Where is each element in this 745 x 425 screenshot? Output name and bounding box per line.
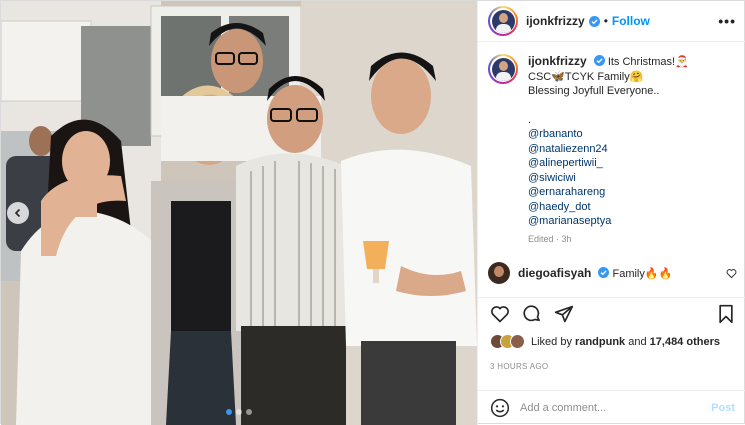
caption-line: Blessing Joyfull Everyone.. bbox=[528, 85, 660, 97]
edited-timestamp: Edited · 3h bbox=[528, 233, 572, 244]
save-button[interactable] bbox=[717, 304, 735, 324]
liker-avatar bbox=[510, 334, 525, 349]
likes-summary: Liked by randpunk and 17,484 others bbox=[490, 334, 720, 349]
caption-username[interactable]: ijonkfrizzy bbox=[528, 54, 587, 68]
bookmark-icon bbox=[719, 304, 733, 323]
more-options-button[interactable]: ••• bbox=[718, 13, 736, 29]
caption-avatar[interactable] bbox=[488, 54, 518, 84]
post-side-panel: ijonkfrizzy • Follow ••• ijonkfrizzy Its… bbox=[477, 1, 745, 425]
comment-avatar[interactable] bbox=[488, 262, 510, 284]
comment-item: diegoafisyah Family🔥🔥 bbox=[488, 262, 737, 284]
post-header: ijonkfrizzy • Follow ••• bbox=[478, 1, 745, 42]
caption: ijonkfrizzy Its Christmas!🎅 CSC🦋TCYK Fam… bbox=[488, 54, 737, 246]
verified-badge-icon bbox=[593, 55, 605, 66]
caption-body: ijonkfrizzy Its Christmas!🎅 CSC🦋TCYK Fam… bbox=[528, 54, 689, 246]
heart-icon bbox=[491, 305, 509, 323]
header-username[interactable]: ijonkfrizzy bbox=[526, 14, 585, 28]
carousel-prev-button[interactable] bbox=[7, 202, 29, 224]
comments-section[interactable]: ijonkfrizzy Its Christmas!🎅 CSC🦋TCYK Fam… bbox=[478, 42, 745, 289]
comment-username[interactable]: diegoafisyah bbox=[518, 266, 591, 280]
chevron-left-icon bbox=[14, 208, 21, 218]
mention-link[interactable]: @nataliezenn24 bbox=[528, 142, 689, 157]
header-separator: • bbox=[603, 14, 608, 28]
comment-text: Family🔥🔥 bbox=[612, 268, 673, 280]
group-photo-illustration bbox=[1, 1, 477, 425]
caption-line: Its Christmas!🎅 bbox=[607, 56, 689, 68]
like-comment-heart-icon[interactable] bbox=[726, 268, 737, 279]
verified-badge-icon bbox=[598, 267, 610, 278]
liker-avatars[interactable] bbox=[490, 334, 525, 349]
like-button[interactable] bbox=[490, 304, 510, 324]
mention-link[interactable]: @rbananto bbox=[528, 127, 689, 142]
mention-link[interactable]: @alinepertiwii_ bbox=[528, 156, 689, 171]
mention-link[interactable]: @siwiciwi bbox=[528, 171, 689, 186]
follow-button[interactable]: Follow bbox=[612, 14, 650, 28]
carousel-dot bbox=[246, 409, 252, 415]
post-actions bbox=[478, 297, 745, 329]
caption-line: CSC🦋TCYK Family🤗 bbox=[528, 70, 644, 83]
paper-plane-icon bbox=[554, 305, 574, 322]
post-timestamp[interactable]: 3 HOURS AGO bbox=[490, 362, 548, 371]
share-button[interactable] bbox=[554, 304, 574, 324]
emoji-icon[interactable] bbox=[490, 398, 510, 418]
avatar[interactable] bbox=[488, 6, 518, 36]
post-photo[interactable] bbox=[1, 1, 477, 425]
carousel-dot bbox=[236, 409, 242, 415]
instagram-post: ijonkfrizzy • Follow ••• ijonkfrizzy Its… bbox=[0, 0, 745, 425]
comment-button[interactable] bbox=[522, 304, 542, 324]
likes-joiner: and bbox=[628, 335, 647, 348]
mention-link[interactable]: @haedy_dot bbox=[528, 200, 689, 215]
carousel-indicator bbox=[1, 409, 477, 415]
comment-input[interactable] bbox=[520, 402, 712, 414]
comment-bubble-icon bbox=[523, 304, 540, 321]
caption-dot: . bbox=[528, 113, 532, 126]
likes-prefix: Liked by bbox=[531, 335, 572, 348]
post-comment-button[interactable]: Post bbox=[711, 402, 735, 414]
mention-link[interactable]: @ernarahareng bbox=[528, 185, 689, 200]
verified-badge-icon bbox=[588, 15, 600, 27]
mention-link[interactable]: @marianaseptya bbox=[528, 214, 689, 229]
liked-by-user[interactable]: randpunk bbox=[575, 336, 625, 348]
carousel-dot bbox=[226, 409, 232, 415]
likes-count[interactable]: 17,484 others bbox=[650, 336, 720, 348]
add-comment-bar: Post bbox=[478, 390, 745, 425]
